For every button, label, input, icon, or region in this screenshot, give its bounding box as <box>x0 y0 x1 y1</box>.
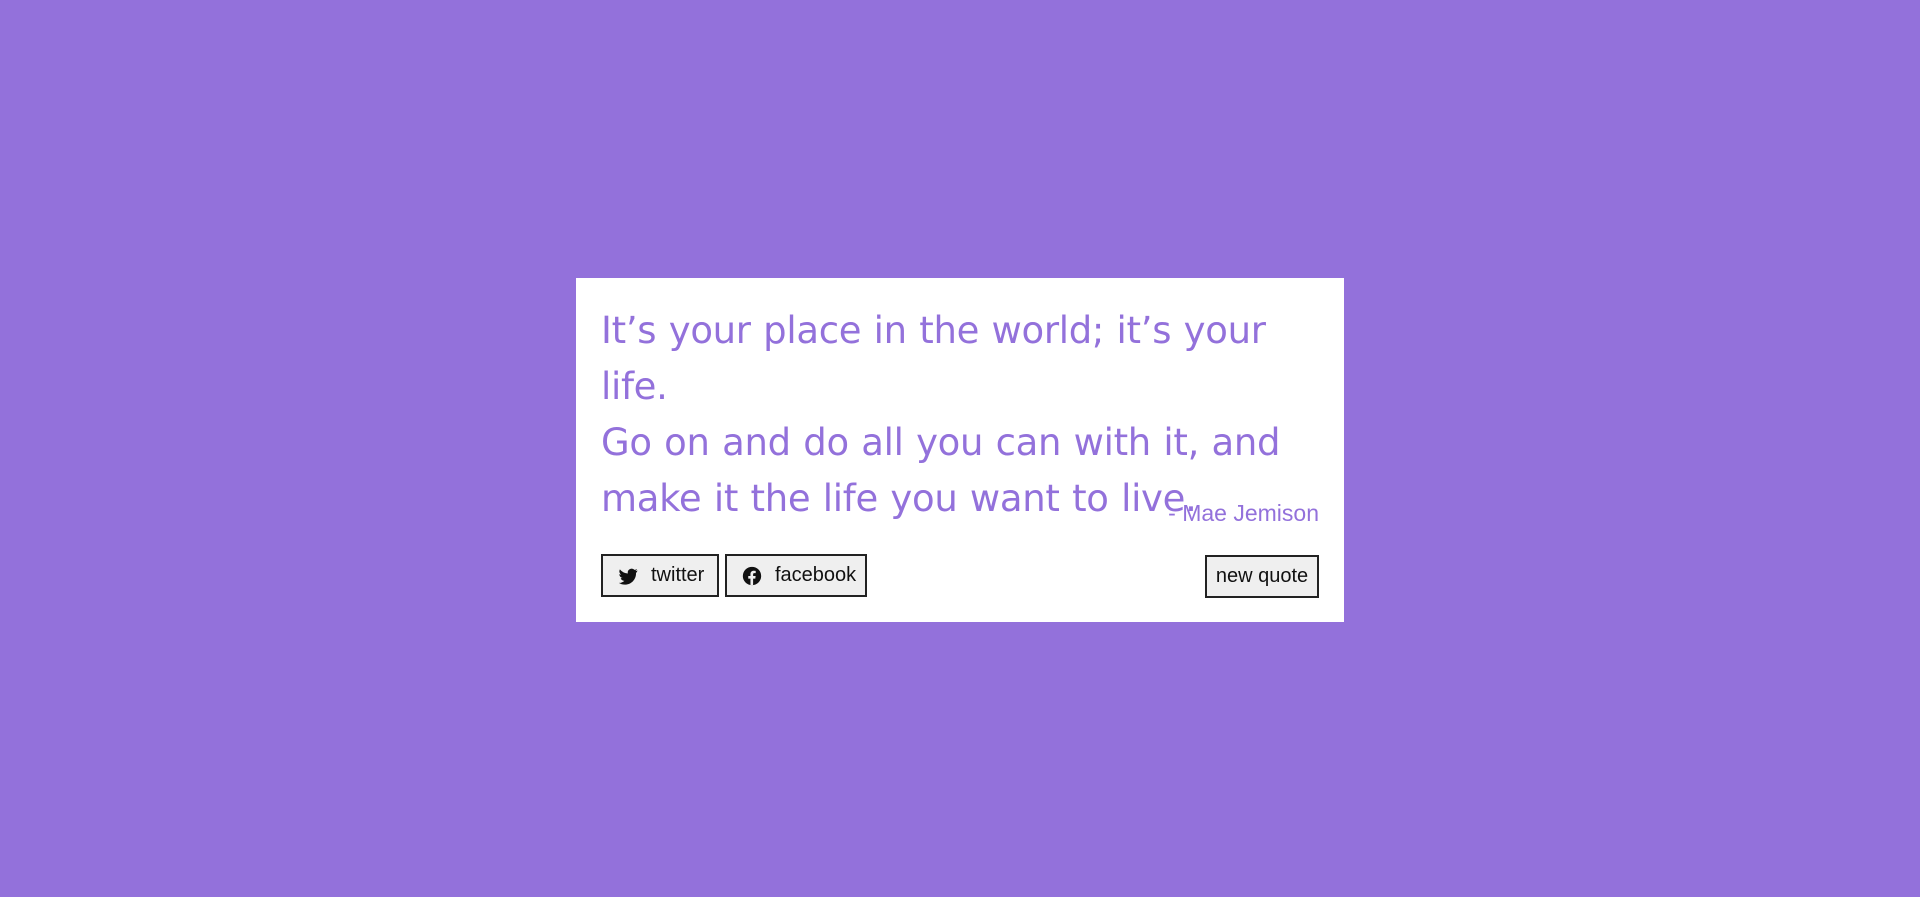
twitter-icon <box>617 565 639 587</box>
twitter-share-button[interactable]: twitter <box>601 554 719 597</box>
facebook-share-button[interactable]: facebook <box>725 554 867 597</box>
page-background: It’s your place in the world; it’s your … <box>0 0 1920 897</box>
quote-box: It’s your place in the world; it’s your … <box>576 278 1344 622</box>
facebook-button-label: facebook <box>775 564 857 586</box>
twitter-button-label: twitter <box>651 564 705 586</box>
quote-author: - Mae Jemison <box>1168 500 1319 526</box>
new-quote-button[interactable]: new quote <box>1205 555 1319 598</box>
quote-line-2: Go on and do all you can with it, and <box>601 421 1281 464</box>
facebook-icon <box>741 565 763 587</box>
quote-line-1: It’s your place in the world; it’s your … <box>601 309 1266 408</box>
quote-line-3: make it the life you want to live. <box>601 477 1197 520</box>
quote-text: It’s your place in the world; it’s your … <box>601 303 1319 527</box>
